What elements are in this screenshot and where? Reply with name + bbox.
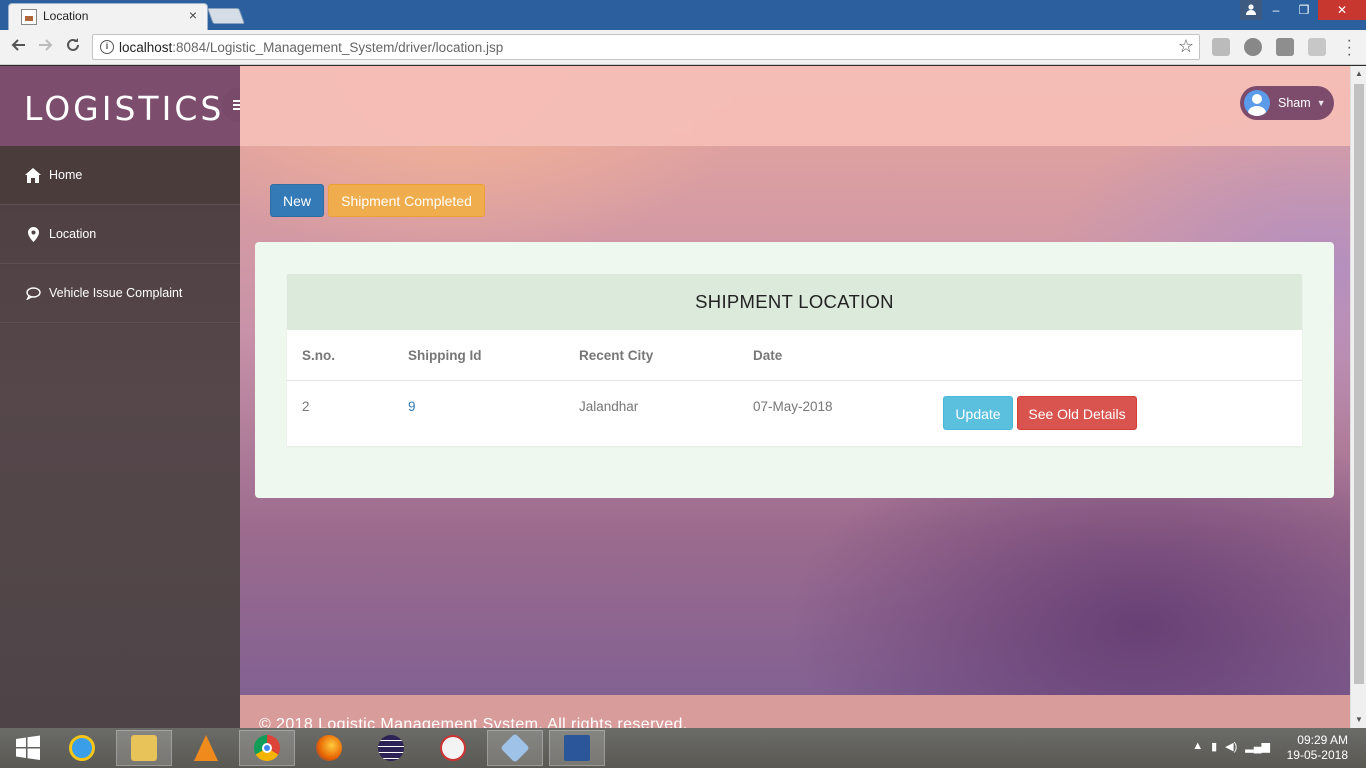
window-controls: – ❐ ✕ (1240, 0, 1366, 20)
file-explorer-icon[interactable] (116, 730, 172, 766)
virtualbox-icon[interactable] (487, 730, 543, 766)
brand-header: LOGISTICS (0, 66, 256, 146)
new-tab-button[interactable] (207, 8, 245, 24)
column-header-sno: S.no. (302, 348, 335, 363)
user-name: Sham (1278, 96, 1311, 110)
minimize-button[interactable]: – (1262, 0, 1290, 20)
address-bar[interactable]: i localhost:8084/Logistic_Management_Sys… (92, 34, 1200, 60)
start-button[interactable] (0, 730, 56, 766)
table-row: 2 9 Jalandhar 07-May-2018 Update See Old… (287, 381, 1302, 445)
taskbar-clock[interactable]: 09:29 AM 19-05-2018 (1287, 733, 1348, 763)
extension-pdf-icon[interactable] (1212, 38, 1230, 56)
close-window-button[interactable]: ✕ (1318, 0, 1366, 20)
extension-shield-icon[interactable] (1244, 38, 1262, 56)
browser-tabstrip: Location × – ❐ ✕ (0, 0, 1366, 30)
internet-explorer-icon[interactable] (54, 730, 110, 766)
clock-time: 09:29 AM (1297, 733, 1348, 747)
browser-toolbar: i localhost:8084/Logistic_Management_Sys… (0, 30, 1366, 65)
page-favicon-icon (21, 9, 37, 25)
see-old-details-button[interactable]: See Old Details (1017, 396, 1137, 430)
web-page: LOGISTICS Home Location Vehicle Issue Co… (0, 66, 1366, 728)
browser-tab-active[interactable]: Location × (8, 3, 208, 30)
column-header-shipping-id: Shipping Id (408, 348, 482, 363)
sidebar-item-home[interactable]: Home (0, 146, 240, 205)
firefox-icon[interactable] (301, 730, 357, 766)
brand-logo-text[interactable]: LOGISTICS (24, 89, 224, 128)
avatar-icon (1244, 90, 1270, 116)
snipping-tool-icon[interactable] (425, 730, 481, 766)
chevron-down-icon: ▼ (1316, 98, 1326, 108)
sidebar-item-label: Vehicle Issue Complaint (49, 286, 183, 300)
forward-arrow-icon[interactable] (36, 37, 56, 57)
browser-menu-icon[interactable]: · · · (1347, 33, 1352, 63)
scroll-down-icon[interactable]: ▼ (1351, 712, 1366, 728)
page-scrollbar[interactable]: ▲ ▼ (1350, 66, 1366, 728)
user-menu-button[interactable]: Sham ▼ (1240, 86, 1334, 120)
back-arrow-icon[interactable] (8, 37, 28, 57)
shipment-completed-button[interactable]: Shipment Completed (328, 184, 485, 217)
sidebar: LOGISTICS Home Location Vehicle Issue Co… (0, 66, 256, 728)
new-button[interactable]: New (270, 184, 324, 217)
reload-icon[interactable] (63, 37, 83, 57)
top-navbar: Sham ▼ (240, 66, 1350, 146)
url-text: localhost:8084/Logistic_Management_Syste… (119, 40, 504, 55)
cell-recent-city: Jalandhar (579, 399, 639, 414)
sidebar-item-label: Home (49, 168, 83, 182)
tab-title: Location (43, 9, 89, 23)
scroll-up-icon[interactable]: ▲ (1351, 66, 1366, 82)
restore-button[interactable]: ❐ (1290, 0, 1318, 20)
column-header-date: Date (753, 348, 783, 363)
signal-icon[interactable]: ▂▄▆ (1245, 740, 1270, 753)
cell-sno: 2 (302, 399, 310, 414)
sidebar-item-location[interactable]: Location (0, 205, 240, 264)
eclipse-icon[interactable] (363, 730, 419, 766)
cell-shipping-id-link[interactable]: 9 (408, 399, 416, 414)
chrome-icon[interactable] (239, 730, 295, 766)
update-button[interactable]: Update (943, 396, 1013, 430)
vlc-icon[interactable] (178, 730, 234, 766)
network-icon[interactable]: ▮ (1211, 740, 1217, 753)
site-info-icon[interactable]: i (100, 40, 114, 54)
system-tray: ▲ ▮ ◀) ▂▄▆ (1192, 740, 1270, 753)
footer-copyright: © 2018 Logistic Management System. All r… (259, 716, 688, 728)
table-header-row: S.no. Shipping Id Recent City Date (287, 330, 1302, 381)
page-footer: © 2018 Logistic Management System. All r… (240, 695, 1350, 728)
word-icon[interactable] (549, 730, 605, 766)
shipment-location-panel: SHIPMENT LOCATION S.no. Shipping Id Rece… (287, 274, 1302, 446)
show-hidden-icons-icon[interactable]: ▲ (1192, 740, 1203, 753)
extension-square-icon[interactable] (1276, 38, 1294, 56)
clock-date: 19-05-2018 (1286, 748, 1348, 762)
main-content: Sham ▼ New Shipment Completed SHIPMENT L… (240, 66, 1350, 728)
extension-gear-icon[interactable] (1308, 38, 1326, 56)
sidebar-item-label: Location (49, 227, 97, 241)
comment-icon (24, 286, 42, 300)
home-icon (24, 167, 42, 183)
map-marker-icon (24, 226, 42, 242)
windows-taskbar: ▲ ▮ ◀) ▂▄▆ 09:29 AM 19-05-2018 (0, 728, 1366, 768)
volume-icon[interactable]: ◀) (1225, 740, 1237, 753)
cell-date: 07-May-2018 (753, 399, 833, 414)
panel-title: SHIPMENT LOCATION (287, 274, 1302, 330)
windows-logo-icon (16, 735, 40, 760)
tab-close-icon[interactable]: × (189, 7, 197, 23)
profile-icon[interactable] (1240, 0, 1262, 20)
content-card: SHIPMENT LOCATION S.no. Shipping Id Rece… (255, 242, 1334, 498)
column-header-recent-city: Recent City (579, 348, 654, 363)
sidebar-item-vehicle-issue-complaint[interactable]: Vehicle Issue Complaint (0, 264, 240, 323)
scroll-thumb[interactable] (1354, 84, 1364, 684)
bookmark-star-icon[interactable]: ☆ (1178, 36, 1194, 57)
